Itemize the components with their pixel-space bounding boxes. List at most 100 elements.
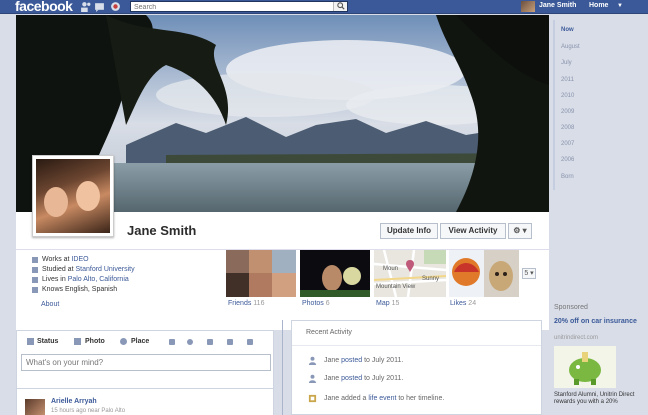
post-author-name[interactable]: Arielle Arryah [51,398,97,405]
activity-verb-link[interactable]: posted [339,357,364,364]
timeline-date-nav: Now August July 2011 2010 2009 2008 2007… [553,20,648,195]
update-info-button[interactable]: Update Info [380,223,438,239]
timeline-nav-2007[interactable]: 2007 [561,141,574,147]
education-icon [32,267,38,273]
life-event-icon [308,394,317,403]
messages-icon[interactable] [94,1,105,12]
ad-title[interactable]: 20% off on car insurance [554,318,646,326]
activity-actor[interactable]: Jane [324,395,339,402]
tag-icon[interactable] [187,339,193,345]
post-author-avatar[interactable] [25,399,45,415]
about-education: Studied at Stanford University [42,266,135,273]
home-link[interactable]: Home [589,2,608,9]
about-education-link[interactable]: Stanford University [75,266,134,273]
about-work: Works at IDEO [42,256,89,263]
photos-tile[interactable] [300,250,370,297]
photos-tile-label[interactable]: Photos 6 [302,300,330,307]
search-input[interactable] [131,3,331,12]
photo-tab[interactable]: Photo [85,338,105,345]
map-label-moun: Moun [383,266,399,272]
settings-gear-button[interactable]: ⚙ ▾ [508,223,532,239]
ad-url[interactable]: unitrindirect.com [554,335,598,341]
account-menu-caret-icon[interactable]: ▼ [617,3,623,9]
share-icon[interactable] [247,339,253,345]
activity-rest: to July 2011. [364,357,404,364]
timeline-post: Arielle Arryah 15 hours ago near Palo Al… [16,388,274,415]
timeline-nav-born[interactable]: Born [561,174,574,180]
user-avatar[interactable] [521,1,535,12]
facebook-logo[interactable]: facebook [15,0,73,14]
activity-item-2: Jane posted to July 2011. [324,375,403,382]
profile-name[interactable]: Jane Smith [127,223,196,238]
work-icon [32,257,38,263]
location-icon[interactable] [207,339,213,345]
timeline-nav-2011[interactable]: 2011 [561,77,574,83]
map-tile-label[interactable]: Map 15 [376,300,399,307]
ad-body: Stanford Alumni, Unitrin Direct rewards … [554,392,635,405]
timeline-nav-august[interactable]: August [561,44,580,50]
place-tab[interactable]: Place [131,338,149,345]
friend-requests-icon[interactable] [80,1,91,12]
status-input[interactable]: What's on your mind? [21,354,271,371]
likes-tile-label[interactable]: Likes 24 [450,300,476,307]
person-icon [308,374,317,383]
profile-picture[interactable] [32,155,114,237]
life-event-icon[interactable] [169,339,175,345]
activity-actor[interactable]: Jane [324,357,339,364]
photos-count: 6 [325,300,330,307]
divider [292,345,541,346]
activity-verb: added a [339,395,369,402]
life-event-link[interactable]: life event [368,395,396,402]
about-location-prefix: Lives in [42,276,68,283]
about-work-link[interactable]: IDEO [71,256,88,263]
search-icon[interactable] [333,2,347,11]
timeline-nav-2009[interactable]: 2009 [561,109,574,115]
profile-face-left [44,187,68,217]
friends-label: Friends [228,300,252,307]
recent-activity-box: Recent Activity Jane posted to July 2011… [291,320,542,415]
about-link[interactable]: About [41,301,59,308]
likes-label: Likes [450,300,467,307]
activity-item-1: Jane posted to July 2011. [324,357,403,364]
status-icon [27,338,34,345]
timeline-nav-bar [553,20,555,190]
map-count: 15 [391,300,400,307]
timeline-nav-july[interactable]: July [561,60,572,66]
about-location-link[interactable]: Palo Alto, California [68,276,129,283]
profile-face-right [76,181,100,211]
sponsored-section: Sponsored 20% off on car insurance unitr… [554,304,648,415]
person-icon [308,356,317,365]
timeline-nav-2010[interactable]: 2010 [561,93,574,99]
friends-tile[interactable] [226,250,296,297]
activity-verb-link[interactable]: posted [339,375,364,382]
photo-icon [74,338,81,345]
more-tiles-button[interactable]: 5 ▾ [522,268,536,279]
recent-activity-title: Recent Activity [306,329,352,336]
about-work-prefix: Works at [42,256,72,263]
attachment-icon[interactable] [227,339,233,345]
post-meta: 15 hours ago near Palo Alto [51,408,126,414]
timeline-nav-now[interactable]: Now [561,27,574,33]
map-label-sunny: Sunny [422,276,440,282]
timeline-nav-2008[interactable]: 2008 [561,125,574,131]
view-activity-button[interactable]: View Activity [440,223,506,239]
place-icon [120,338,127,345]
timeline-nav-2006[interactable]: 2006 [561,157,574,163]
notifications-icon[interactable] [110,1,121,12]
search-box[interactable] [130,1,348,12]
likes-tile[interactable] [449,250,519,297]
photos-label: Photos [302,300,324,307]
map-label: Map [376,300,390,307]
friends-tile-label[interactable]: Friends 116 [228,300,264,307]
activity-actor[interactable]: Jane [324,375,339,382]
about-location: Lives in Palo Alto, California [42,276,129,283]
status-tab[interactable]: Status [37,338,58,345]
ad-image[interactable] [554,346,616,388]
status-composer: Status Photo Place What's on your mind? [16,330,274,390]
languages-icon [32,287,38,293]
user-name-link[interactable]: Jane Smith [539,2,576,9]
activity-item-3: Jane added a life event to her timeline. [324,395,444,402]
about-languages: Knows English, Spanish [42,286,118,293]
likes-count: 24 [468,300,477,307]
timeline-spine [282,320,283,415]
